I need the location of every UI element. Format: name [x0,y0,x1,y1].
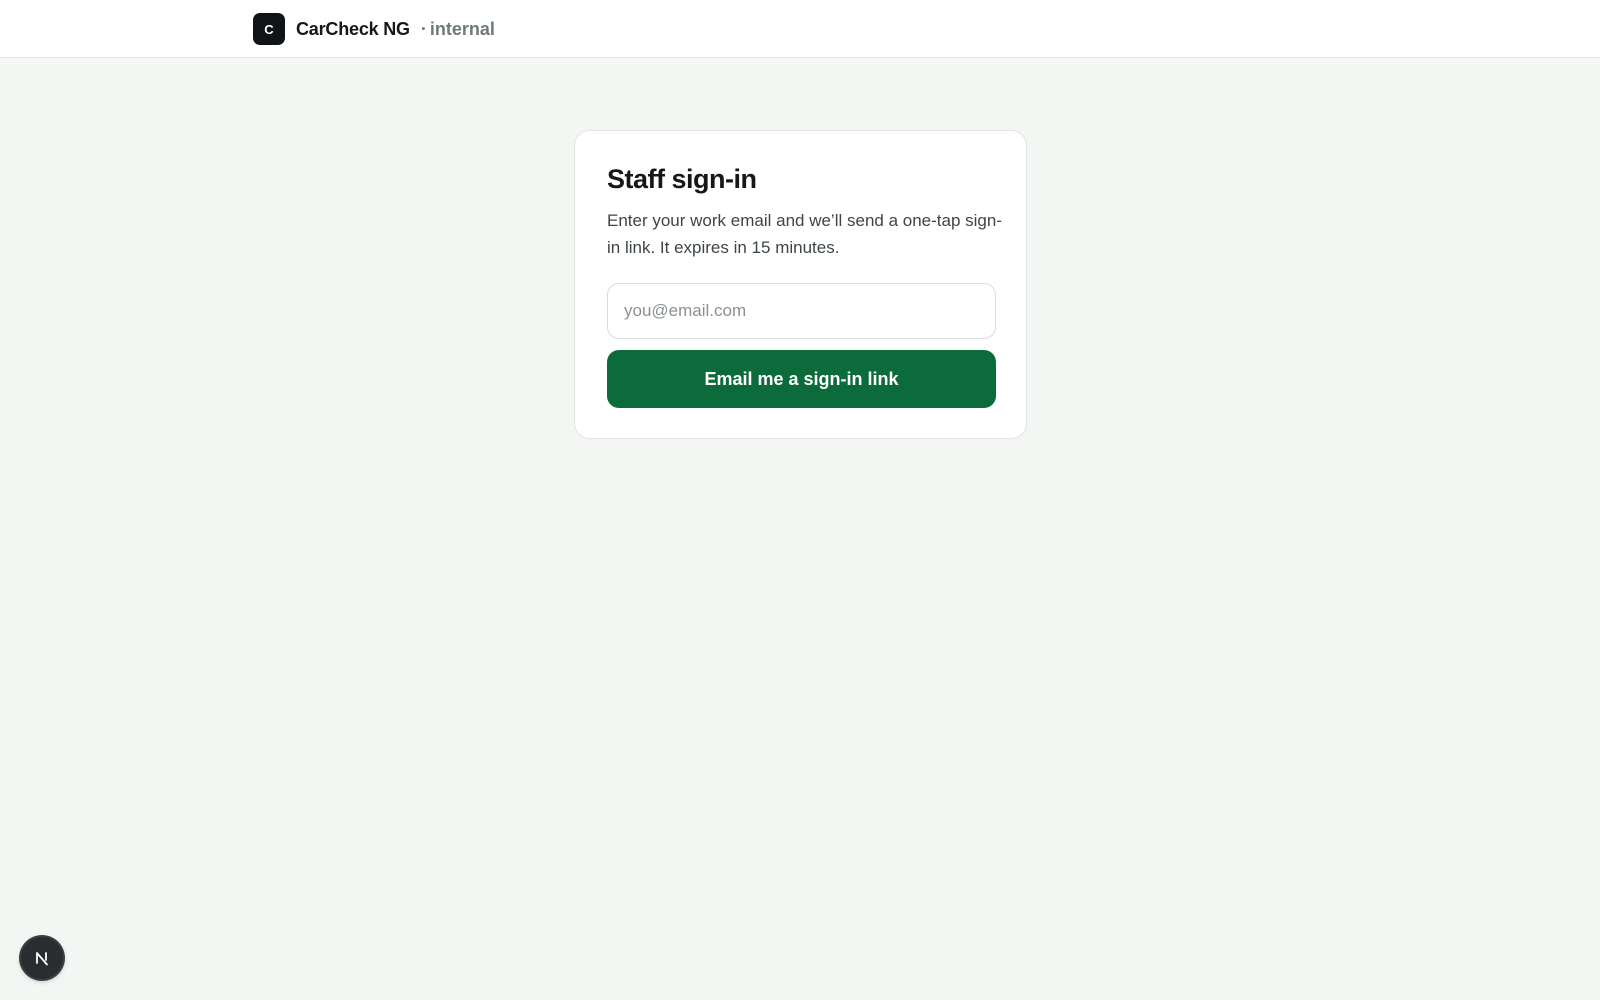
top-bar: C CarCheck NG · internal [0,0,1600,58]
send-signin-link-button[interactable]: Email me a sign-in link [607,350,996,408]
nextjs-n-icon [36,952,48,966]
signin-card: Staff sign-in Enter your work email and … [574,130,1027,439]
nextjs-dev-indicator[interactable] [21,937,63,979]
brand[interactable]: C CarCheck NG · internal [253,13,495,45]
brand-tag: internal [429,18,495,39]
page-title: Staff sign-in [607,164,757,194]
brand-name: CarCheck NG [296,18,410,39]
brand-separator: · [420,18,427,39]
brand-logo-icon: C [253,13,285,45]
email-field[interactable] [607,283,996,339]
signin-description: Enter your work email and we’ll send a o… [607,211,1002,257]
